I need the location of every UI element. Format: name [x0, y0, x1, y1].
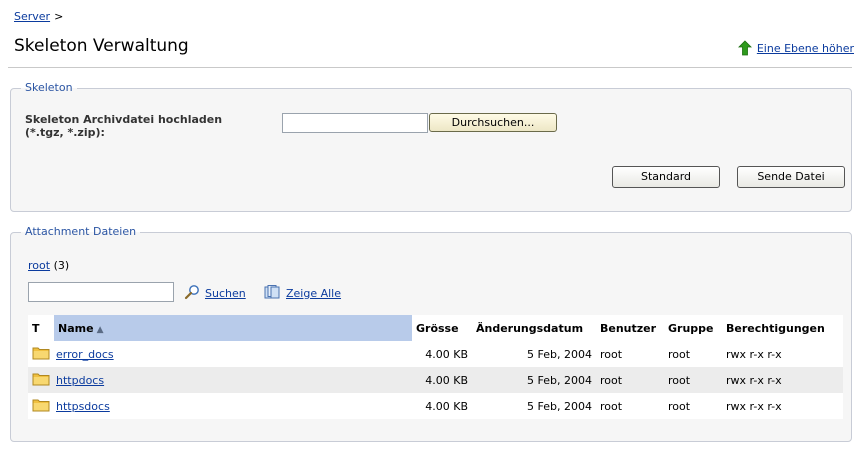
archive-file-input[interactable]	[282, 113, 428, 133]
send-file-button[interactable]: Sende Datei	[737, 166, 845, 188]
folder-icon	[32, 372, 50, 389]
root-count: (3)	[53, 259, 70, 272]
table-row: httpsdocs 4.00 KB 5 Feb, 2004 root root …	[28, 393, 843, 419]
browse-button[interactable]: Durchsuchen...	[429, 113, 557, 132]
user-cell: root	[596, 393, 664, 419]
name-cell: error_docs	[28, 341, 412, 367]
up-level-label[interactable]: Eine Ebene höher	[757, 42, 854, 55]
green-up-arrow-icon	[737, 40, 753, 56]
column-group[interactable]: Gruppe	[664, 315, 722, 341]
name-cell: httpsdocs	[28, 393, 412, 419]
table-header-row: T Name ▲ Grösse Änderungsdatum Benutzer G…	[28, 315, 843, 341]
skeleton-fieldset: Skeleton Skeleton Archivdatei hochladen …	[10, 81, 852, 212]
search-button[interactable]: Suchen	[184, 284, 246, 303]
root-link[interactable]: root	[28, 259, 50, 272]
group-cell: root	[664, 367, 722, 393]
column-type[interactable]: T	[28, 315, 54, 341]
breadcrumb: Server >	[14, 10, 63, 23]
modified-cell: 5 Feb, 2004	[472, 367, 596, 393]
column-user[interactable]: Benutzer	[596, 315, 664, 341]
user-cell: root	[596, 341, 664, 367]
column-name[interactable]: Name ▲	[54, 315, 412, 341]
page-title: Skeleton Verwaltung	[14, 36, 189, 56]
permissions-cell: rwx r-x r-x	[722, 367, 843, 393]
size-cell: 4.00 KB	[412, 341, 472, 367]
modified-cell: 5 Feb, 2004	[472, 393, 596, 419]
folder-icon	[32, 346, 50, 363]
show-all-icon	[263, 284, 281, 303]
folder-icon	[32, 398, 50, 415]
show-all-button[interactable]: Zeige Alle	[263, 284, 341, 303]
table-row: error_docs 4.00 KB 5 Feb, 2004 root root…	[28, 341, 843, 367]
up-level-link[interactable]: Eine Ebene höher	[737, 40, 854, 56]
skeleton-legend: Skeleton	[21, 81, 77, 95]
search-input[interactable]	[28, 282, 174, 302]
magnifier-icon	[184, 284, 200, 303]
modified-cell: 5 Feb, 2004	[472, 341, 596, 367]
sort-ascending-icon: ▲	[96, 324, 104, 335]
breadcrumb-separator: >	[54, 10, 64, 23]
user-cell: root	[596, 367, 664, 393]
name-cell: httpdocs	[28, 367, 412, 393]
group-cell: root	[664, 393, 722, 419]
folder-link[interactable]: httpdocs	[56, 374, 104, 387]
show-all-label[interactable]: Zeige Alle	[286, 287, 341, 300]
search-label[interactable]: Suchen	[205, 287, 246, 300]
folder-link[interactable]: error_docs	[56, 348, 114, 361]
title-row: Skeleton Verwaltung Eine Ebene höher	[14, 36, 854, 62]
column-size[interactable]: Grösse	[412, 315, 472, 341]
files-table: T Name ▲ Grösse Änderungsdatum Benutzer G…	[28, 315, 843, 419]
upload-label: Skeleton Archivdatei hochladen (*.tgz, *…	[25, 113, 275, 139]
table-row: httpdocs 4.00 KB 5 Feb, 2004 root root r…	[28, 367, 843, 393]
upload-label-line1: Skeleton Archivdatei hochladen	[25, 113, 223, 126]
attachments-fieldset: Attachment Dateien root (3) Suchen Zeige…	[10, 225, 852, 442]
title-divider	[8, 67, 852, 68]
root-path: root (3)	[28, 259, 69, 272]
group-cell: root	[664, 341, 722, 367]
upload-label-line2: (*.tgz, *.zip):	[25, 126, 105, 139]
attachments-legend: Attachment Dateien	[21, 225, 141, 239]
column-modified[interactable]: Änderungsdatum	[472, 315, 596, 341]
permissions-cell: rwx r-x r-x	[722, 341, 843, 367]
standard-button[interactable]: Standard	[612, 166, 720, 188]
size-cell: 4.00 KB	[412, 393, 472, 419]
size-cell: 4.00 KB	[412, 367, 472, 393]
breadcrumb-server-link[interactable]: Server	[14, 10, 50, 23]
folder-link[interactable]: httpsdocs	[56, 400, 110, 413]
column-name-label: Name	[58, 321, 94, 335]
permissions-cell: rwx r-x r-x	[722, 393, 843, 419]
column-permissions[interactable]: Berechtigungen	[722, 315, 843, 341]
